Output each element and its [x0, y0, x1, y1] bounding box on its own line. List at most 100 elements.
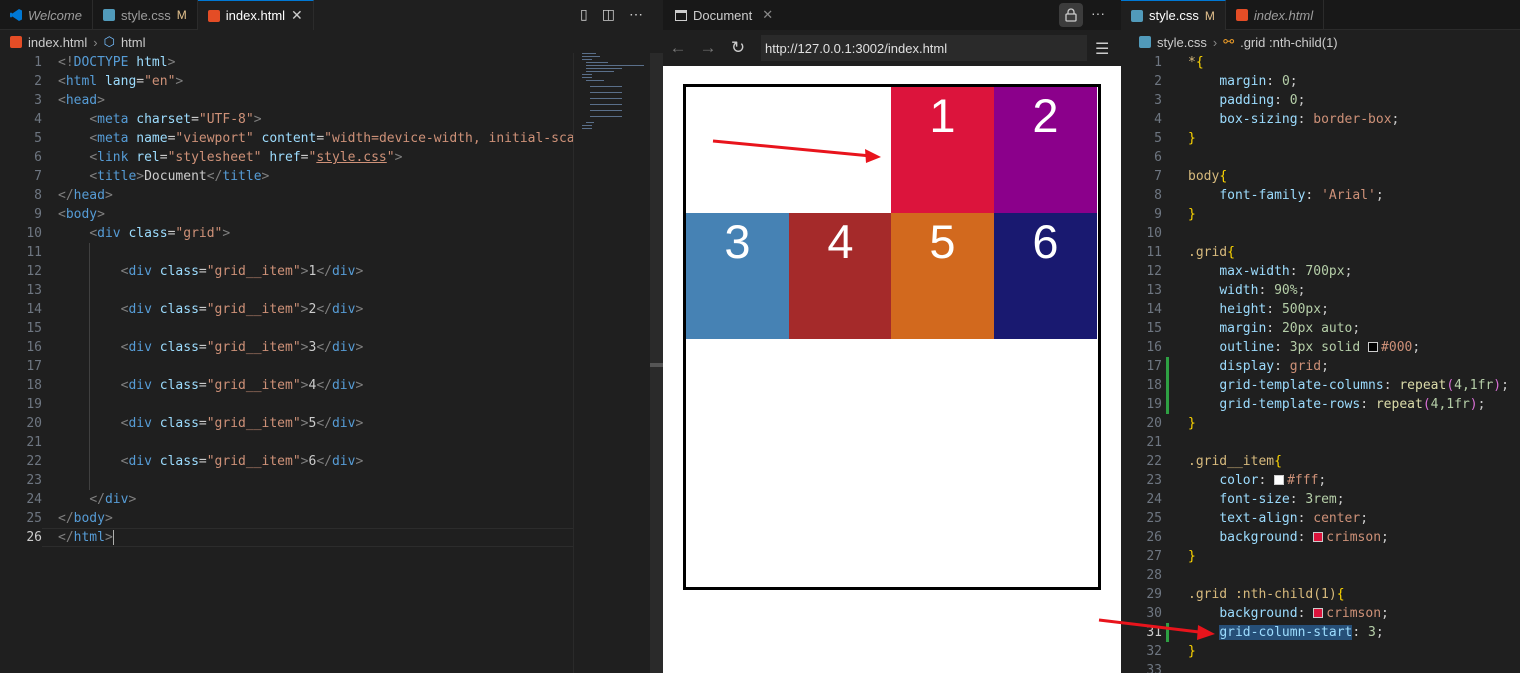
line-number: 10 [1146, 226, 1162, 241]
code-line: 14 <div class="grid__item">2</div> [0, 300, 582, 319]
line-number: 18 [1146, 378, 1162, 393]
more-actions-icon[interactable]: ⋯ [629, 6, 643, 23]
line-number: 23 [26, 473, 42, 488]
code-line: 19 [0, 395, 582, 414]
line-number: 22 [1146, 454, 1162, 469]
line-number: 26 [26, 530, 42, 545]
color-swatch[interactable] [1313, 608, 1324, 618]
back-arrow-icon[interactable]: ← [663, 38, 693, 58]
code-line: 18 <div class="grid__item">4</div> [0, 376, 582, 395]
code-line: 26 </html> [0, 528, 582, 547]
breadcrumb: index.html › ⬡ html [0, 31, 146, 53]
annotation-arrow [1098, 618, 1215, 640]
line-number: 2 [34, 74, 42, 89]
selected-text: grid-column-start [1219, 625, 1353, 640]
line-number: 13 [26, 283, 42, 298]
line-number: 33 [1146, 663, 1162, 673]
more-icon[interactable]: ··· [1091, 5, 1105, 21]
vertical-scrollbar[interactable] [650, 53, 663, 673]
code-line: 5 <meta name="viewport" content="width=d… [0, 129, 582, 148]
browser-tab-title: Document [693, 7, 753, 23]
line-number: 21 [1146, 435, 1162, 450]
grid-item-1: 1 [891, 87, 994, 213]
code-line: 2 <html lang="en"> [0, 72, 582, 91]
code-line: 4 <meta charset="UTF-8"> [0, 110, 582, 129]
line-number: 25 [26, 511, 42, 526]
line-number: 11 [1146, 245, 1162, 260]
reload-icon[interactable]: ↻ [723, 38, 753, 58]
editor-actions: ▯ ◫ ⋯ [580, 6, 643, 23]
line-number: 26 [1146, 530, 1162, 545]
layout-icon[interactable]: ◫ [602, 6, 615, 23]
code-line: 22 <div class="grid__item">6</div> [0, 452, 582, 471]
line-number: 7 [1154, 169, 1162, 184]
close-icon[interactable]: ✕ [291, 7, 303, 24]
line-number: 28 [1146, 568, 1162, 583]
breadcrumb-file[interactable]: index.html [28, 35, 87, 50]
browser-icon [675, 9, 687, 21]
line-number: 21 [26, 435, 42, 450]
code-line: 12 <div class="grid__item">1</div> [0, 262, 582, 281]
color-swatch[interactable] [1368, 342, 1379, 352]
line-number: 14 [1146, 302, 1162, 317]
line-number: 7 [34, 169, 42, 184]
html-file-icon [1235, 9, 1248, 21]
line-number: 25 [1146, 511, 1162, 526]
line-number: 3 [34, 93, 42, 108]
breadcrumb-file[interactable]: style.css [1157, 35, 1207, 50]
css-file-icon [102, 9, 115, 21]
color-swatch[interactable] [1313, 532, 1324, 542]
css-code-editor[interactable]: 1 *{ 2 margin: 0; 3 padding: 0; 4 box-siz… [1121, 53, 1509, 673]
browser-tab-bar: Document ✕ ··· [663, 0, 1121, 30]
line-number: 8 [1154, 188, 1162, 203]
code-line: 1 <!DOCTYPE html> [0, 53, 582, 72]
css-file-icon [1131, 9, 1143, 22]
vscode-icon [10, 9, 22, 21]
tab-index-html[interactable]: index.html ✕ [197, 0, 314, 30]
line-number: 11 [26, 245, 42, 260]
line-number: 10 [26, 226, 42, 241]
close-icon[interactable]: ✕ [762, 7, 773, 23]
line-number: 17 [1146, 359, 1162, 374]
code-line: 25 </body> [0, 509, 582, 528]
color-swatch[interactable] [1274, 475, 1285, 485]
minimap[interactable] [573, 53, 650, 673]
line-number: 24 [1146, 492, 1162, 507]
breadcrumb-symbol[interactable]: html [121, 35, 146, 50]
code-line: 21 [0, 433, 582, 452]
forward-arrow-icon[interactable]: → [693, 38, 723, 58]
code-line: 23 [0, 471, 582, 490]
lock-icon[interactable] [1059, 3, 1083, 27]
line-number: 9 [34, 207, 42, 222]
url-bar[interactable]: http://127.0.0.1:3002/index.html [761, 35, 1087, 61]
line-number: 14 [26, 302, 42, 317]
grid-item-4: 4 [789, 213, 892, 339]
tab-style-css[interactable]: style.css M [93, 0, 198, 30]
line-number: 32 [1146, 644, 1162, 659]
grid-item-3: 3 [686, 213, 789, 339]
css-file-icon [1139, 36, 1151, 48]
line-number: 5 [34, 131, 42, 146]
tab-style-css[interactable]: style.css M [1121, 0, 1226, 30]
code-line: 7 <title>Document</title> [0, 167, 582, 186]
split-editor-icon[interactable]: ▯ [580, 6, 588, 23]
right-editor: style.css M index.html style.css › ⚯ .gr… [1121, 0, 1520, 673]
line-number: 9 [1154, 207, 1162, 222]
line-number: 12 [1146, 264, 1162, 279]
url-text: http://127.0.0.1:3002/index.html [765, 40, 948, 56]
tab-welcome[interactable]: Welcome [0, 0, 93, 30]
browser-tab[interactable]: Document ✕ [663, 7, 773, 23]
annotation-arrow [712, 139, 881, 163]
line-number: 3 [1154, 93, 1162, 108]
tab-index-html[interactable]: index.html [1226, 0, 1325, 30]
menu-icon[interactable]: ☰ [1095, 39, 1109, 59]
breadcrumb-symbol[interactable]: .grid :nth-child(1) [1240, 35, 1338, 50]
line-number: 6 [34, 150, 42, 165]
scrollbar-thumb[interactable] [650, 363, 663, 367]
line-number: 16 [26, 340, 42, 355]
html-file-icon [207, 9, 220, 22]
modified-badge: M [176, 8, 187, 22]
modified-badge: M [1204, 8, 1215, 23]
line-number: 8 [34, 188, 42, 203]
code-editor[interactable]: 1 <!DOCTYPE html> 2 <html lang="en"> 3 <hea… [0, 53, 582, 547]
